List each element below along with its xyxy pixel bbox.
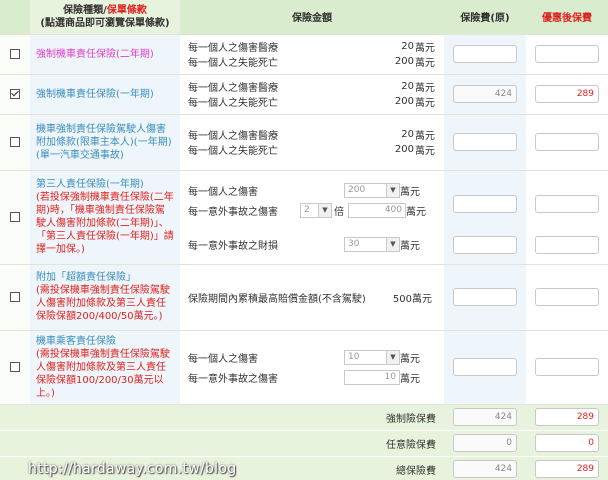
summary-row-compulsory: 強制險保費 424 289: [0, 404, 608, 431]
checkbox-icon[interactable]: [10, 88, 20, 99]
amount-unit: 萬元: [400, 373, 420, 385]
header-type-note: (點選商品即可瀏覽保單條款): [40, 17, 170, 29]
amount-label: 每一意外事故之傷害: [188, 373, 278, 385]
header-type: 保險種類/保單條款 (點選商品即可瀏覽保單條款): [30, 0, 180, 35]
compulsory-premium-field[interactable]: 424: [453, 408, 517, 426]
product-link[interactable]: 機車乘客責任保險: [36, 336, 116, 347]
header-checkbox-col: [0, 0, 30, 35]
discount-premium-field[interactable]: [535, 236, 599, 254]
checkbox-icon[interactable]: [10, 361, 20, 372]
total-discount-field[interactable]: 289: [535, 460, 599, 478]
premium-field[interactable]: [453, 288, 517, 306]
amount-label: 每一個人之傷害醫療: [188, 83, 278, 94]
accident-amount-field[interactable]: 400: [348, 202, 406, 218]
chevron-down-icon: ▼: [386, 183, 399, 197]
table-header: 保險種類/保單條款 (點選商品即可瀏覽保單條款) 保險金額 保險費(原) 優惠後…: [0, 0, 608, 35]
discount-premium-field[interactable]: 289: [535, 85, 599, 103]
amount-unit: 萬元: [400, 186, 420, 198]
amount-value: 200: [394, 96, 414, 107]
header-discount: 優惠後保費: [526, 0, 608, 35]
amount-label: 每一個人之傷害: [188, 353, 258, 365]
checkbox-icon[interactable]: [10, 291, 20, 302]
amount-label: 每一個人之失能死亡: [188, 58, 278, 69]
amount-label: 每一個人之傷害醫療: [188, 43, 278, 54]
chevron-down-icon: ▼: [386, 237, 399, 251]
amount-unit: 萬元: [415, 83, 435, 94]
product-note: (若投保強制機車責任保險(二年期)時，「機車強制責任保險駕駛人傷害附加條款(二年…: [36, 192, 174, 255]
amount-unit: 萬元: [406, 206, 426, 218]
discount-premium-field[interactable]: [535, 358, 599, 376]
amount-unit: 萬元: [400, 353, 420, 365]
header-premium: 保險費(原): [444, 0, 526, 35]
amount-unit: 萬元: [415, 146, 435, 157]
checkbox-icon[interactable]: [10, 48, 20, 59]
product-link[interactable]: 第三人責任保險(一年期): [36, 179, 144, 190]
passenger-injury-select[interactable]: 10 ▼: [344, 349, 400, 365]
discount-premium-field[interactable]: [535, 288, 599, 306]
amount-value: 20: [401, 81, 414, 92]
amount-unit: 萬元: [415, 43, 435, 54]
table-row: 第三人責任保險(一年期) (若投保強制機車責任保險(二年期)時，「機車強制責任保…: [0, 170, 608, 265]
optional-label: 任意險保費: [0, 430, 444, 457]
table-row: 機車強制責任保險駕駛人傷害附加條款(限車主本人)(一年期)(單一汽車交通事故) …: [0, 114, 608, 171]
amount-unit: 萬元: [400, 240, 420, 252]
product-link[interactable]: 附加「超額責任保險」: [36, 272, 136, 283]
injury-select[interactable]: 200 ▼: [344, 182, 400, 198]
amount-unit: 萬元: [415, 58, 435, 69]
premium-field[interactable]: [453, 236, 517, 254]
checkbox-icon[interactable]: [10, 136, 20, 147]
product-link[interactable]: 強制機車責任保險(一年期): [36, 89, 154, 100]
amount-unit: 萬元: [415, 98, 435, 109]
amount-label: 每一意外事故之傷害: [188, 206, 278, 218]
table-row: 附加「超額責任保險」 (需投保機車強制責任保險駕駛人傷害附加條款及第三人責任保險…: [0, 264, 608, 331]
summary-row-optional: 任意險保費 0 0: [0, 430, 608, 457]
product-note: (需投保機車強制責任保險駕駛人傷害附加條款及第三人責任保險保額200/400/5…: [36, 285, 170, 322]
compulsory-discount-field[interactable]: 289: [535, 408, 599, 426]
premium-field[interactable]: [453, 195, 517, 213]
total-premium-field[interactable]: 424: [453, 460, 517, 478]
discount-premium-field[interactable]: [535, 45, 599, 63]
header-type-label: 保險種類/: [63, 4, 107, 16]
insurance-table: 保險種類/保單條款 (點選商品即可瀏覽保單條款) 保險金額 保險費(原) 優惠後…: [0, 0, 608, 480]
table-row: 強制機車責任保險(一年期) 每一個人之傷害醫療 20 萬元 每一個人之失能死亡 200…: [0, 74, 608, 115]
optional-premium-field[interactable]: 0: [453, 434, 517, 452]
premium-field[interactable]: [453, 358, 517, 376]
header-type-link[interactable]: 保單條款: [107, 5, 147, 16]
passenger-accident-field[interactable]: 10: [344, 369, 400, 385]
watermark-text: http://hardaway.com.tw/blog: [28, 461, 237, 477]
premium-field[interactable]: 424: [453, 85, 517, 103]
compulsory-label: 強制險保費: [0, 404, 444, 431]
table-row: 機車乘客責任保險 (需投保機車強制責任保險駕駛人傷害附加條款及第三人責任保險保額…: [0, 330, 608, 405]
amount-value: 200: [394, 144, 414, 155]
premium-field[interactable]: [453, 45, 517, 63]
amount-unit: 萬元: [415, 131, 435, 142]
amount-value: 20: [401, 41, 414, 52]
times-label: 倍: [334, 206, 344, 218]
chevron-down-icon: ▼: [386, 350, 399, 364]
premium-field[interactable]: [453, 133, 517, 151]
header-amount: 保險金額: [180, 0, 444, 35]
amount-value: 20: [401, 129, 414, 140]
amount-label: 保險期間內累積最高賠償金額(不含駕駛): [188, 293, 366, 305]
discount-premium-field[interactable]: [535, 133, 599, 151]
amount-label: 每一個人之失能死亡: [188, 146, 278, 157]
discount-premium-field[interactable]: [535, 195, 599, 213]
chevron-down-icon: ▼: [318, 203, 331, 217]
amount-label: 每一個人之傷害醫療: [188, 131, 278, 142]
amount-label: 每一個人之傷害: [188, 186, 258, 198]
table-row: 強制機車責任保險(二年期) 每一個人之傷害醫療 20 萬元 每一個人之失能死亡 200…: [0, 34, 608, 75]
amount-value: 200: [394, 56, 414, 67]
product-link[interactable]: 機車強制責任保險駕駛人傷害附加條款(限車主本人)(一年期)(單一汽車交通事故): [36, 124, 172, 161]
checkbox-icon[interactable]: [10, 211, 20, 222]
multiplier-select[interactable]: 2 ▼: [300, 202, 332, 218]
amount-value: 500萬元: [392, 293, 432, 305]
product-link[interactable]: 強制機車責任保險(二年期): [36, 49, 154, 60]
product-note: (需投保機車強制責任保險駕駛人傷害附加條款及第三人責任保險保額100/200/3…: [36, 348, 170, 399]
amount-label: 每一意外事故之財損: [188, 240, 278, 252]
amount-label: 每一個人之失能死亡: [188, 98, 278, 109]
property-select[interactable]: 30 ▼: [344, 236, 400, 252]
optional-discount-field[interactable]: 0: [535, 434, 599, 452]
